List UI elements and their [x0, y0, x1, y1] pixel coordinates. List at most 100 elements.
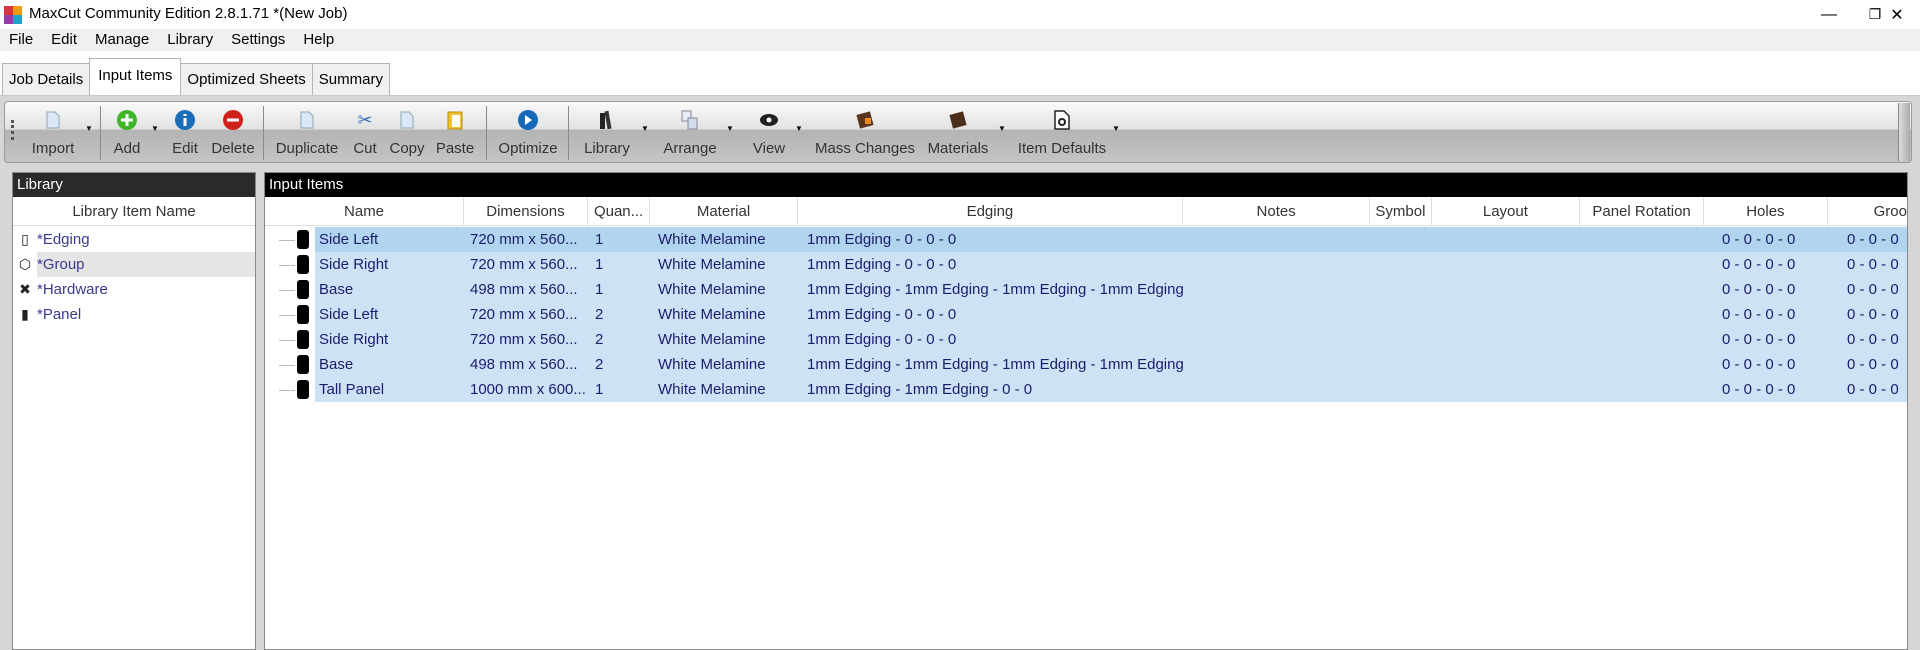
cell-empty: [1381, 352, 1443, 377]
cell-edging: 1mm Edging - 0 - 0 - 0: [807, 256, 957, 273]
menu-settings[interactable]: Settings: [222, 29, 294, 51]
panel-icon: ▮: [21, 306, 29, 322]
edit-button[interactable]: Edit: [165, 108, 205, 158]
mass-changes-button[interactable]: Mass Changes: [815, 108, 915, 158]
materials-button[interactable]: Materials: [921, 108, 995, 158]
column-grooves[interactable]: Groo: [1828, 197, 1907, 225]
import-dropdown-icon[interactable]: ▼: [85, 124, 93, 133]
column-notes[interactable]: Notes: [1183, 197, 1371, 225]
panel-icon: [297, 230, 309, 249]
separator: [486, 106, 487, 160]
duplicate-button[interactable]: Duplicate: [271, 108, 343, 158]
arrange-button[interactable]: Arrange: [655, 108, 725, 158]
tree-line: [279, 290, 295, 291]
menu-library[interactable]: Library: [158, 29, 222, 51]
import-button[interactable]: Import: [23, 108, 83, 158]
column-holes[interactable]: Holes: [1704, 197, 1828, 225]
library-item-hardware[interactable]: ✖ *Hardware: [13, 277, 255, 302]
library-item-name-header[interactable]: Library Item Name: [13, 197, 255, 225]
table-row[interactable]: Side Right 720 mm x 560... 2 White Melamine…: [315, 327, 1907, 352]
app-logo-icon: [4, 6, 22, 24]
menu-edit[interactable]: Edit: [42, 29, 86, 51]
column-material[interactable]: Material: [650, 197, 798, 225]
view-dropdown-icon[interactable]: ▼: [795, 124, 803, 133]
cell-dimensions: 1000 mm x 600...: [470, 381, 586, 398]
cell-quantity: 2: [595, 306, 604, 323]
cell-empty: [1192, 227, 1381, 252]
materials-dropdown-icon[interactable]: ▼: [998, 124, 1006, 133]
panel-icon: [297, 380, 309, 399]
view-button[interactable]: View: [741, 108, 797, 158]
minimize-button[interactable]: —: [1806, 0, 1852, 29]
library-item-group[interactable]: ⬡ *Group: [13, 252, 255, 277]
library-panel: Library Library Item Name ▯ *Edging ⬡ *Gro…: [12, 172, 256, 650]
tab-optimized-sheets[interactable]: Optimized Sheets: [180, 63, 313, 95]
cell-edging: 1mm Edging - 0 - 0 - 0: [807, 306, 957, 323]
library-dropdown-icon[interactable]: ▼: [641, 124, 649, 133]
table-row[interactable]: Side Right 720 mm x 560... 1 White Melamine…: [315, 252, 1907, 277]
library-column-header: Library Item Name: [13, 197, 255, 226]
add-dropdown-icon[interactable]: ▼: [151, 124, 159, 133]
table-row[interactable]: Tall Panel 1000 mm x 600... 1 White Melamin…: [315, 377, 1907, 402]
toolbar: Import ▼ Add ▼ Edit Delete Duplicate ✂ Cu…: [4, 101, 1912, 163]
separator: [100, 106, 101, 160]
cell-material: White Melamine: [658, 331, 766, 348]
cell-name: Tall Panel: [319, 381, 385, 398]
column-dimensions[interactable]: Dimensions: [464, 197, 588, 225]
column-layout[interactable]: Layout: [1432, 197, 1581, 225]
cell-edging: 1mm Edging - 0 - 0 - 0: [807, 331, 957, 348]
cell-empty: [1381, 277, 1443, 302]
menu-manage[interactable]: Manage: [86, 29, 158, 51]
scissors-icon: ✂: [357, 109, 373, 130]
menu-file[interactable]: File: [0, 29, 42, 51]
library-item-edging[interactable]: ▯ *Edging: [13, 227, 255, 252]
cut-button[interactable]: ✂ Cut: [347, 108, 383, 158]
item-defaults-dropdown-icon[interactable]: ▼: [1112, 124, 1120, 133]
cell-name: Side Right: [319, 256, 389, 273]
separator: [568, 106, 569, 160]
library-button[interactable]: Library: [575, 108, 639, 158]
menu-help[interactable]: Help: [294, 29, 343, 51]
tab-input-items[interactable]: Input Items: [89, 58, 182, 95]
cell-dimensions: 720 mm x 560...: [470, 331, 578, 348]
cell-empty: [1443, 252, 1593, 277]
cell-quantity: 1: [595, 381, 604, 398]
cell-material: White Melamine: [658, 231, 766, 248]
cell-dimensions: 720 mm x 560...: [470, 231, 578, 248]
tab-summary[interactable]: Summary: [311, 63, 390, 95]
column-symbol[interactable]: Symbol: [1370, 197, 1432, 225]
materials-icon: [921, 108, 995, 132]
toolbar-overflow-button[interactable]: [1898, 103, 1910, 161]
tab-job-details[interactable]: Job Details: [2, 63, 91, 95]
add-button[interactable]: Add: [105, 108, 149, 158]
column-quantity[interactable]: Quan...: [588, 197, 651, 225]
cell-material: White Melamine: [658, 356, 766, 373]
copy-button[interactable]: Copy: [387, 108, 427, 158]
cell-holes: 0 - 0 - 0 - 0: [1722, 256, 1796, 273]
cell-empty: [1443, 227, 1593, 252]
cell-grooves: 0 - 0 - 0: [1847, 306, 1899, 323]
cell-holes: 0 - 0 - 0 - 0: [1722, 381, 1796, 398]
table-row[interactable]: Base 498 mm x 560... 2 White Melamine 1mm Ed…: [315, 352, 1907, 377]
column-name[interactable]: Name: [265, 197, 465, 225]
cell-empty: [1593, 227, 1718, 252]
column-edging[interactable]: Edging: [798, 197, 1184, 225]
paste-button[interactable]: Paste: [433, 108, 477, 158]
cell-grooves: 0 - 0 - 0: [1847, 256, 1899, 273]
table-row[interactable]: Base 498 mm x 560... 1 White Melamine 1mm Ed…: [315, 277, 1907, 302]
library-item-panel[interactable]: ▮ *Panel: [13, 302, 255, 327]
item-defaults-button[interactable]: Item Defaults: [1015, 108, 1109, 158]
cell-edging: 1mm Edging - 1mm Edging - 1mm Edging - 1…: [807, 281, 1184, 298]
close-button[interactable]: ✕: [1874, 0, 1920, 29]
delete-button[interactable]: Delete: [209, 108, 257, 158]
cell-grooves: 0 - 0 - 0: [1847, 356, 1899, 373]
table-row[interactable]: Side Left 720 mm x 560... 2 White Melamine 1…: [315, 302, 1907, 327]
column-panel-rotation[interactable]: Panel Rotation: [1580, 197, 1704, 225]
toolbar-grip[interactable]: [11, 120, 14, 140]
info-icon: [165, 108, 205, 132]
input-items-column-header: Name Dimensions Quan... Material Edging …: [265, 197, 1907, 226]
optimize-button[interactable]: Optimize: [493, 108, 563, 158]
arrange-dropdown-icon[interactable]: ▼: [726, 124, 734, 133]
table-row[interactable]: Side Left 720 mm x 560... 1 White Melamine 1…: [315, 227, 1907, 252]
duplicate-icon: [271, 108, 343, 132]
